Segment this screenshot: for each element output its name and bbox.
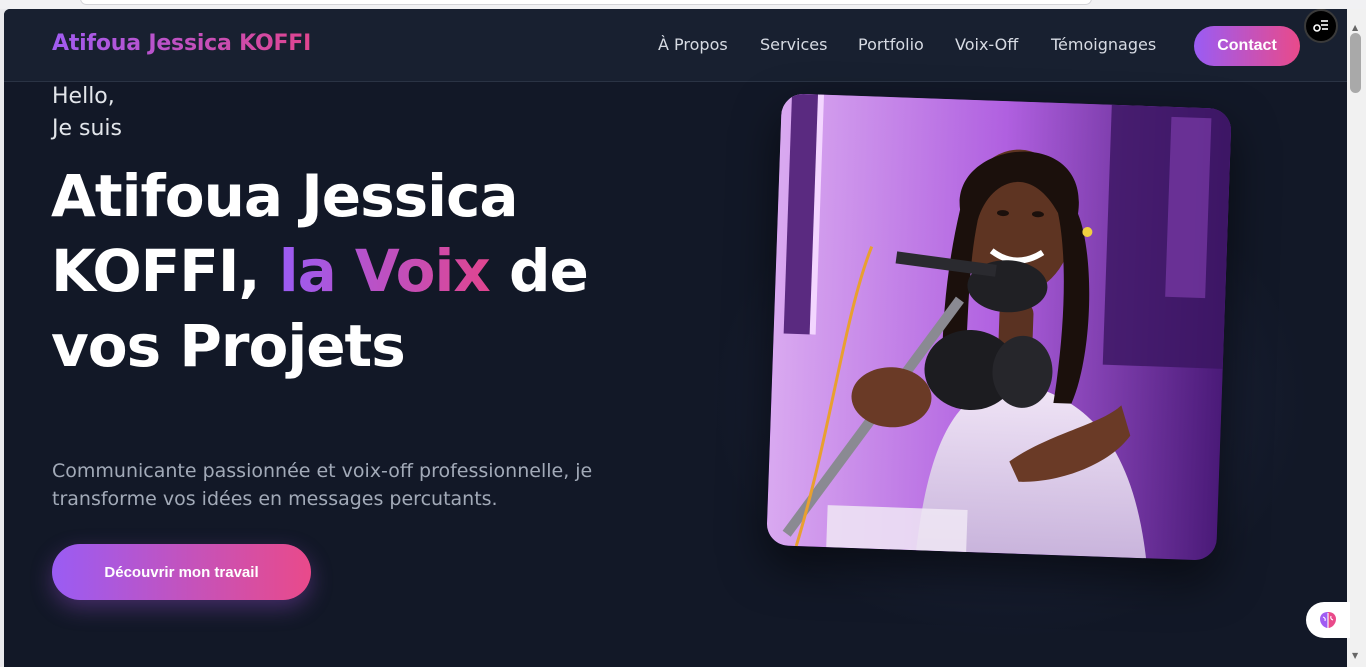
page-viewport: Atifoua Jessica KOFFI À Propos Services … xyxy=(4,9,1347,667)
brain-icon[interactable] xyxy=(1306,602,1350,638)
hero-hello-line: Hello, xyxy=(52,84,115,109)
address-bar[interactable] xyxy=(80,0,1092,5)
hero-je-suis-line: Je suis xyxy=(52,116,122,141)
settings-list-icon[interactable] xyxy=(1304,9,1338,43)
hero-title: Atifoua Jessica KOFFI, la Voix de vos Pr… xyxy=(51,159,611,384)
hero-photo xyxy=(766,93,1232,561)
nav-link-portfolio[interactable]: Portfolio xyxy=(858,35,924,54)
nav-link-voix-off[interactable]: Voix-Off xyxy=(955,35,1018,54)
nav-link-services[interactable]: Services xyxy=(760,35,827,54)
hero-title-highlight: la Voix xyxy=(278,237,491,305)
navbar: Atifoua Jessica KOFFI À Propos Services … xyxy=(4,9,1347,82)
hero-greeting: Hello, Je suis xyxy=(52,81,122,145)
brand-logo[interactable]: Atifoua Jessica KOFFI xyxy=(52,31,311,56)
browser-toolbar-edge xyxy=(0,0,1366,9)
brain-icon-glyph xyxy=(1320,612,1336,628)
settings-list-icon-glyph xyxy=(1313,20,1328,32)
discover-work-button[interactable]: Découvrir mon travail xyxy=(52,544,311,600)
contact-button[interactable]: Contact xyxy=(1194,26,1300,66)
scroll-down-arrow-icon[interactable]: ▼ xyxy=(1352,651,1358,660)
vertical-scrollbar[interactable]: ▲ ▼ xyxy=(1347,9,1366,667)
studio-photo-illustration xyxy=(766,93,1232,561)
nav-link-temoignages[interactable]: Témoignages xyxy=(1051,35,1156,54)
scroll-up-arrow-icon[interactable]: ▲ xyxy=(1352,23,1358,32)
scroll-thumb[interactable] xyxy=(1350,33,1361,93)
hero-description: Communicante passionnée et voix-off prof… xyxy=(52,460,593,510)
nav-link-a-propos[interactable]: À Propos xyxy=(658,35,728,54)
